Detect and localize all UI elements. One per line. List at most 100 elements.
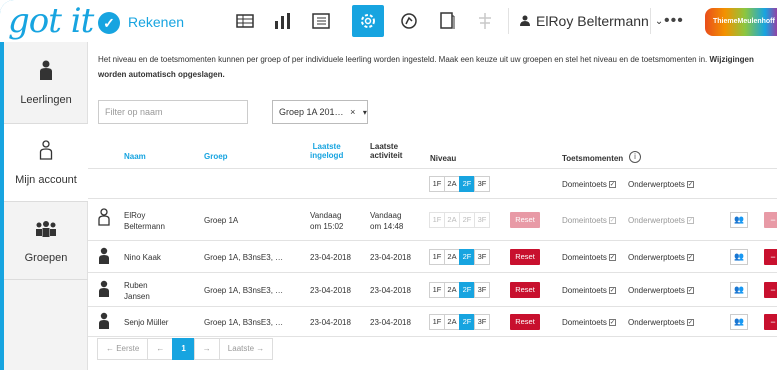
delete-button[interactable]: −	[764, 249, 777, 265]
info-icon[interactable]: i	[629, 151, 641, 163]
level-option[interactable]: 2F	[459, 314, 475, 330]
table-row-group: Groep 1A	[204, 216, 239, 225]
reset-button[interactable]: Reset	[510, 282, 540, 298]
name-line: Jansen	[124, 292, 150, 301]
level-option[interactable]: 2A	[444, 176, 460, 192]
document-icon[interactable]	[434, 8, 460, 34]
level-option[interactable]: 2F	[459, 176, 475, 192]
logo[interactable]: got it	[8, 2, 94, 40]
col-header-groep[interactable]: Groep	[204, 152, 228, 161]
pagination: ← Eerste ← 1 → Laatste →	[97, 338, 274, 360]
checkbox-icon[interactable]: ✓	[608, 181, 616, 189]
clear-icon[interactable]: ×	[350, 107, 355, 117]
level-option[interactable]: 2A	[444, 282, 460, 298]
name-line: ElRoy	[124, 211, 146, 220]
user-menu[interactable]: ElRoy Beltermann ⌄	[520, 13, 663, 29]
row-onderwerptoets[interactable]: Onderwerptoets ✓	[628, 252, 694, 263]
filter-name-input[interactable]: Filter op naam	[98, 100, 248, 124]
table-row-login: 23-04-2018	[310, 253, 351, 262]
person-icon	[98, 312, 110, 335]
list-icon[interactable]	[308, 8, 334, 34]
target-icon[interactable]	[396, 8, 422, 34]
row-onderwerptoets[interactable]: Onderwerptoets ✓	[628, 317, 694, 328]
group-level-selector[interactable]: 1F 2A 2F 3F	[429, 176, 490, 192]
person-outline-icon	[4, 140, 88, 166]
sidebar: Leerlingen Mijn account Groepen	[4, 42, 88, 370]
row-domeintoets[interactable]: Domeintoets ✓	[562, 252, 616, 263]
table-row-activity: 23-04-2018	[370, 253, 411, 262]
sidebar-item-mijn-account[interactable]: Mijn account	[4, 124, 88, 202]
reset-button[interactable]: Reset	[510, 249, 540, 265]
reset-button[interactable]: Reset	[510, 314, 540, 330]
level-option[interactable]: 3F	[474, 282, 490, 298]
sidebar-item-groepen[interactable]: Groepen	[4, 202, 88, 280]
person-outline-icon	[98, 208, 110, 231]
header-line: ingelogd	[310, 151, 344, 160]
table-row-group: Groep 1A, B3nsE3, …	[204, 318, 284, 327]
text-line: Vandaag	[370, 211, 402, 220]
col-header-laatste-activiteit: Laatste activiteit	[370, 142, 402, 160]
level-option[interactable]: 3F	[474, 176, 490, 192]
checkbox-icon[interactable]: ✓	[608, 319, 616, 327]
table-icon[interactable]	[232, 8, 258, 34]
delete-button[interactable]: −	[764, 314, 777, 330]
more-menu-button[interactable]: •••	[664, 12, 684, 30]
col-header-laatste-ingelogd[interactable]: Laatste ingelogd	[310, 142, 343, 160]
group-assign-button[interactable]: 👥	[730, 249, 748, 265]
level-option: 2A	[444, 212, 460, 228]
pager-next-button[interactable]: →	[193, 338, 220, 360]
delete-button: −	[764, 212, 777, 228]
table-row-name: Ruben Jansen	[124, 280, 150, 302]
row-domeintoets[interactable]: Domeintoets ✓	[562, 285, 616, 296]
group-select[interactable]: Groep 1A 201… × ▾	[272, 100, 368, 124]
row-level-selector[interactable]: 1F 2A 2F 3F	[429, 314, 490, 330]
sidebar-item-leerlingen[interactable]: Leerlingen	[4, 42, 88, 124]
label: Domeintoets	[562, 216, 607, 225]
group-assign-button[interactable]: 👥	[730, 212, 748, 228]
row-domeintoets[interactable]: Domeintoets ✓	[562, 317, 616, 328]
level-option[interactable]: 2F	[459, 282, 475, 298]
row-level-selector[interactable]: 1F 2A 2F 3F	[429, 249, 490, 265]
level-option[interactable]: 3F	[474, 249, 490, 265]
checkbox-icon[interactable]: ✓	[608, 254, 616, 262]
intro-text: Het niveau en de toetsmomenten kunnen pe…	[98, 52, 777, 82]
level-option[interactable]: 2A	[444, 314, 460, 330]
level-option[interactable]: 3F	[474, 314, 490, 330]
bar-chart-icon[interactable]	[270, 8, 296, 34]
group-onderwerptoets[interactable]: Onderwerptoets ✓	[628, 179, 694, 190]
table-row-activity: Vandaag om 14:48	[370, 210, 403, 232]
label: Domeintoets	[562, 286, 607, 295]
pager-prev-button[interactable]: ←	[147, 338, 174, 360]
col-header-naam[interactable]: Naam	[124, 152, 146, 161]
level-option[interactable]: 2F	[459, 249, 475, 265]
group-domeintoets[interactable]: Domeintoets ✓	[562, 179, 616, 190]
row-onderwerptoets[interactable]: Onderwerptoets ✓	[628, 285, 694, 296]
table-row-name: Senjo Müller	[124, 318, 169, 327]
level-option[interactable]: 1F	[429, 176, 445, 192]
pager-last-button[interactable]: Laatste →	[218, 338, 274, 360]
balance-icon	[472, 8, 498, 34]
pager-page-button[interactable]: 1	[172, 338, 195, 360]
person-icon	[98, 280, 110, 303]
settings-icon[interactable]	[352, 5, 384, 37]
group-assign-button[interactable]: 👥	[730, 282, 748, 298]
delete-button[interactable]: −	[764, 282, 777, 298]
toolbar-divider	[508, 8, 509, 34]
checkbox-icon[interactable]: ✓	[686, 254, 694, 262]
group-assign-button[interactable]: 👥	[730, 314, 748, 330]
col-header-toetsmomenten: Toetsmomenten	[562, 154, 624, 163]
checkbox-icon[interactable]: ✓	[608, 287, 616, 295]
divider	[88, 306, 777, 307]
table-row-activity: 23-04-2018	[370, 286, 411, 295]
level-option[interactable]: 1F	[429, 282, 445, 298]
row-level-selector[interactable]: 1F 2A 2F 3F	[429, 282, 490, 298]
divider	[88, 336, 777, 337]
checkbox-icon[interactable]: ✓	[686, 287, 694, 295]
caret-down-icon[interactable]: ▾	[363, 108, 367, 117]
pager-first-button[interactable]: ← Eerste	[97, 338, 149, 360]
level-option[interactable]: 1F	[429, 314, 445, 330]
level-option[interactable]: 1F	[429, 249, 445, 265]
level-option[interactable]: 2A	[444, 249, 460, 265]
checkbox-icon[interactable]: ✓	[686, 319, 694, 327]
checkbox-icon[interactable]: ✓	[686, 181, 694, 189]
